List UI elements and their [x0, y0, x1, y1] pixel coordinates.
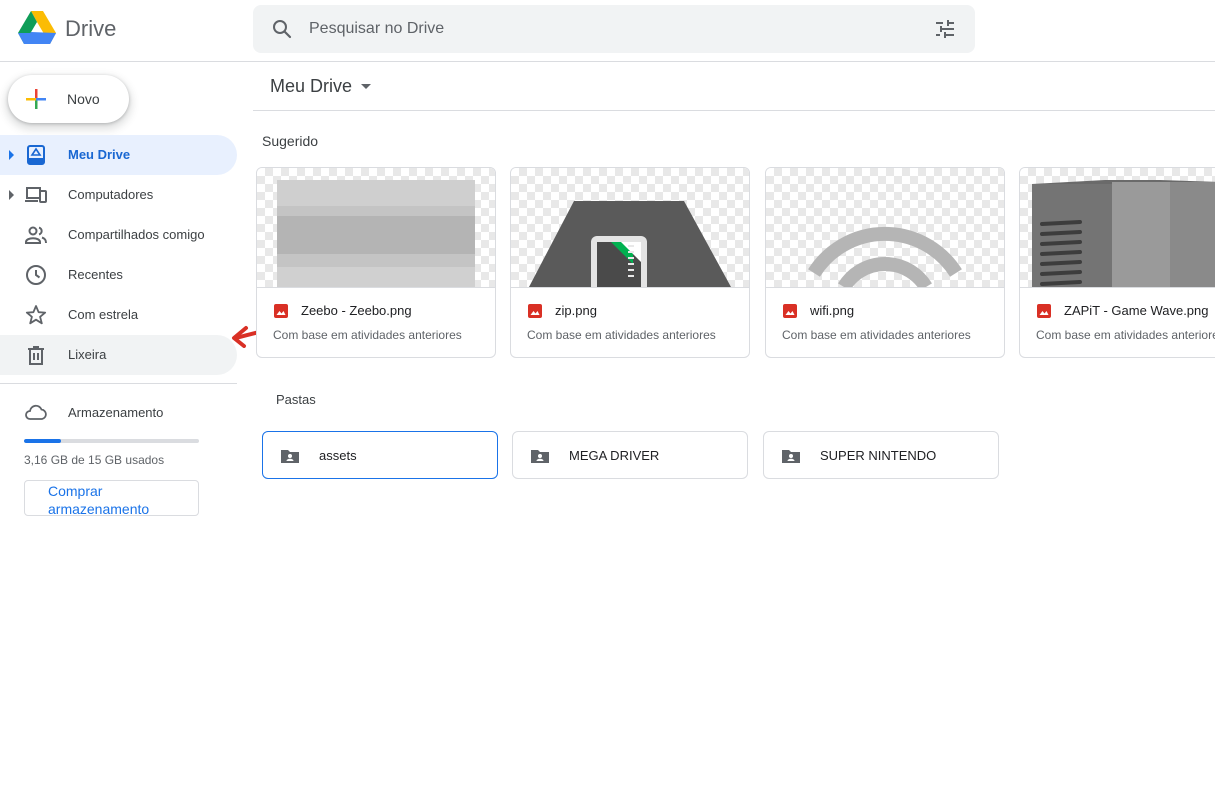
expand-icon[interactable]: [9, 190, 14, 200]
cloud-icon: [25, 404, 47, 420]
storage-label[interactable]: Armazenamento: [68, 405, 163, 420]
sidebar-item-label: Recentes: [68, 267, 123, 282]
breadcrumb[interactable]: Meu Drive: [270, 76, 352, 97]
star-icon: [25, 305, 47, 325]
sidebar-item-computers[interactable]: Computadores: [0, 175, 237, 215]
dropdown-icon[interactable]: [361, 84, 371, 89]
file-thumbnail: [766, 168, 1004, 287]
trash-icon: [28, 346, 44, 365]
file-card[interactable]: ZAPiT - Game Wave.png Com base em ativid…: [1019, 167, 1215, 358]
suggested-title: Sugerido: [262, 133, 319, 149]
folder-name: assets: [319, 448, 357, 463]
file-thumbnail: [511, 168, 749, 287]
buy-storage-label: Comprar armazenamento: [48, 483, 150, 517]
search-input[interactable]: [309, 15, 909, 43]
sidebar-item-shared[interactable]: Compartilhados comigo: [0, 215, 237, 255]
image-file-icon: [1037, 304, 1051, 318]
sidebar-item-recent[interactable]: Recentes: [0, 255, 237, 295]
file-thumbnail: [1020, 168, 1215, 287]
drive-logo-icon[interactable]: [18, 11, 56, 45]
shared-folder-icon: [281, 450, 299, 463]
sidebar-item-my-drive[interactable]: Meu Drive: [0, 135, 237, 175]
folder-item[interactable]: assets: [262, 431, 498, 479]
clock-icon: [26, 265, 46, 285]
file-subtitle: Com base em atividades anteriores: [782, 328, 971, 342]
new-button-label: Novo: [67, 91, 100, 107]
file-subtitle: Com base em atividades anteriores: [273, 328, 462, 342]
expand-icon[interactable]: [9, 150, 14, 160]
sidebar-divider: [0, 383, 237, 384]
storage-usage-bar: [24, 439, 199, 443]
folder-item[interactable]: MEGA DRIVER: [512, 431, 748, 479]
search-options-icon[interactable]: [933, 17, 957, 41]
shared-icon: [25, 226, 47, 244]
folder-name: MEGA DRIVER: [569, 448, 660, 463]
main-divider: [253, 110, 1215, 111]
folders-title: Pastas: [276, 392, 316, 407]
storage-usage-fill: [24, 439, 61, 443]
file-thumbnail: [257, 168, 495, 287]
sidebar-item-label: Meu Drive: [68, 147, 131, 162]
sidebar-item-starred[interactable]: Com estrela: [0, 295, 237, 335]
file-subtitle: Com base em atividades anteriores: [1036, 328, 1215, 342]
computers-icon: [25, 187, 47, 203]
buy-storage-button[interactable]: Comprar armazenamento: [24, 480, 199, 517]
image-file-icon: [274, 304, 288, 318]
folder-name: SUPER NINTENDO: [820, 448, 937, 463]
image-file-icon: [783, 304, 797, 318]
search-icon[interactable]: [270, 17, 294, 41]
sidebar-item-label: Com estrela: [68, 307, 139, 322]
my-drive-icon: [27, 145, 45, 165]
top-bar: Drive: [0, 0, 1215, 62]
sidebar-item-label: Computadores: [68, 187, 154, 202]
search-bar[interactable]: [253, 5, 975, 53]
new-button[interactable]: Novo: [8, 75, 129, 123]
file-name: wifi.png: [810, 303, 855, 318]
sidebar-item-trash[interactable]: Lixeira: [0, 335, 237, 375]
file-card[interactable]: Zeebo - Zeebo.png Com base em atividades…: [256, 167, 496, 358]
sidebar-item-label: Compartilhados comigo: [68, 227, 205, 242]
file-name: ZAPiT - Game Wave.png: [1064, 303, 1209, 318]
file-name: Zeebo - Zeebo.png: [301, 303, 412, 318]
file-subtitle: Com base em atividades anteriores: [527, 328, 716, 342]
app-name: Drive: [65, 16, 117, 41]
folder-item[interactable]: SUPER NINTENDO: [763, 431, 999, 479]
file-card[interactable]: wifi.png Com base em atividades anterior…: [765, 167, 1005, 358]
file-name: zip.png: [555, 303, 597, 318]
shared-folder-icon: [782, 450, 800, 463]
image-file-icon: [528, 304, 542, 318]
plus-icon: [26, 89, 46, 109]
file-card[interactable]: zip.png Com base em atividades anteriore…: [510, 167, 750, 358]
sidebar-item-label: Lixeira: [68, 347, 107, 362]
shared-folder-icon: [531, 450, 549, 463]
storage-usage-text: 3,16 GB de 15 GB usados: [24, 453, 165, 467]
